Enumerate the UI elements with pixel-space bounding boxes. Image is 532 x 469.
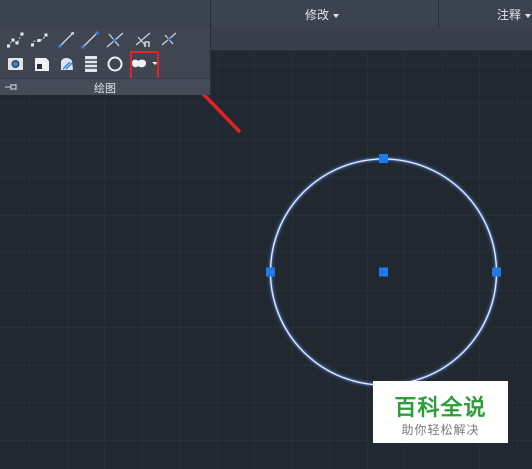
highlight-box [130,51,159,81]
watermark-sub: 助你轻松解决 [401,423,480,437]
panel-footer: 绘图 [0,78,210,95]
highlighted-tool-icon[interactable] [134,30,154,50]
grip-top[interactable] [379,154,388,163]
circle-icon[interactable] [105,54,125,74]
tab-modify[interactable]: 修改 [305,8,340,22]
ribbon-bar: 修改 注释 [0,0,532,29]
region-icon[interactable] [6,54,26,74]
tab-annotate-label: 注释 [497,8,522,22]
tab-annotate[interactable]: 注释 [497,8,532,22]
draw-panel-expanded: 绘图 [0,28,211,95]
panel-title: 绘图 [94,83,116,95]
construction-line-icon[interactable] [160,30,180,50]
spline-icon[interactable] [29,30,49,50]
gradient-icon[interactable] [81,54,101,74]
tab-modify-label: 修改 [305,8,330,22]
hatch-icon[interactable] [57,54,77,74]
watermark: 百科全说 助你轻松解决 [373,381,508,443]
grip-center[interactable] [379,267,388,277]
ribbon-sub-bar [210,28,532,51]
ribbon-separator [210,0,211,28]
grip-right[interactable] [492,267,501,277]
grip-left[interactable] [266,267,275,277]
ray-icon[interactable] [56,30,76,50]
chevron-down-icon [525,13,532,18]
construction-line-icon[interactable] [105,30,125,50]
table-icon[interactable] [32,54,52,74]
multipoint-icon[interactable] [5,30,25,50]
watermark-main: 百科全说 [394,395,487,420]
chevron-down-icon [333,13,340,18]
ribbon-separator [438,0,439,28]
line-icon[interactable] [80,30,100,50]
